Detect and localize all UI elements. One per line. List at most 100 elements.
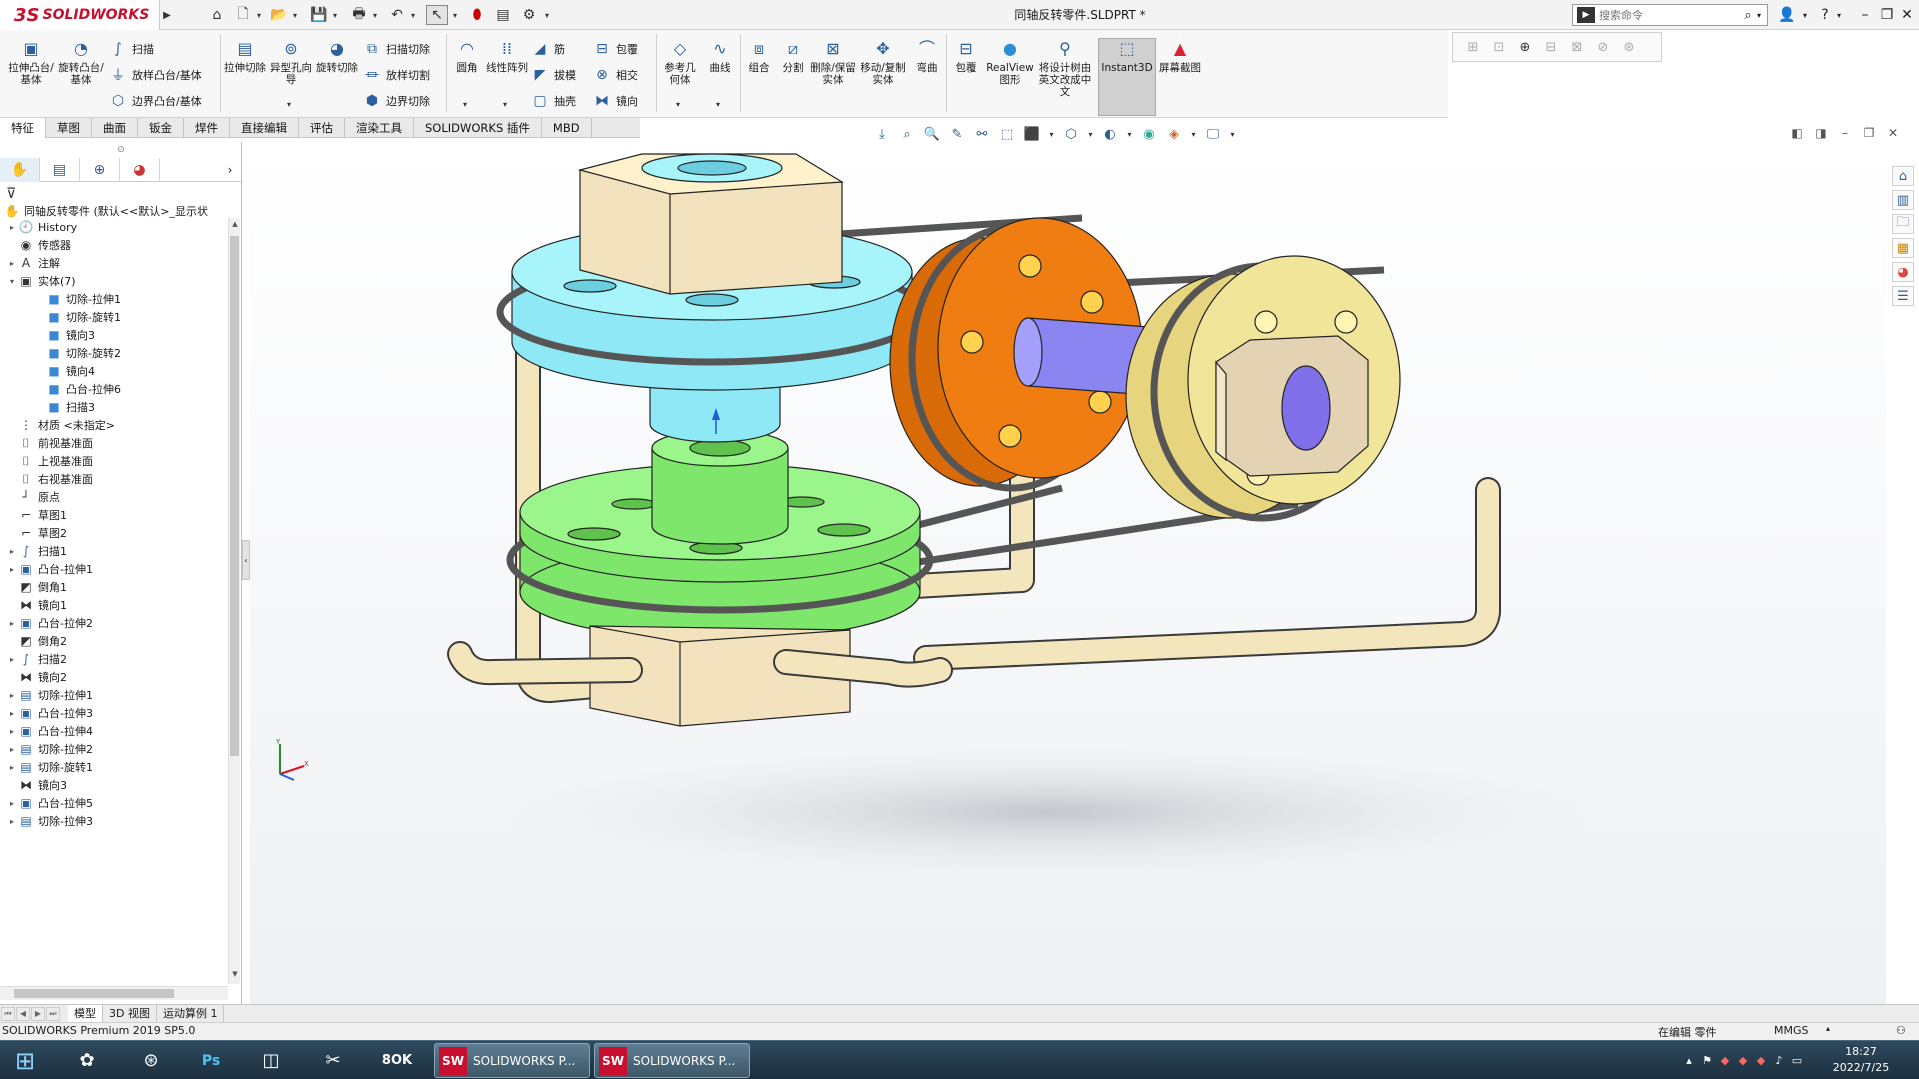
unit-system[interactable]: MMGS xyxy=(1774,1024,1809,1037)
tree-item[interactable]: ▸ ▤ 切除-拉伸2 xyxy=(0,740,228,758)
minimize-window-icon[interactable]: – xyxy=(1854,4,1876,26)
tree-item[interactable]: ◉ 传感器 xyxy=(0,236,228,254)
panel-grip[interactable]: ⊙ xyxy=(0,142,242,158)
intersect-button[interactable]: ⊗ 相交 xyxy=(592,64,638,86)
tool-d-icon[interactable]: ⊟ xyxy=(1541,37,1561,57)
expand-arrow-icon[interactable]: ▾ xyxy=(6,277,18,286)
tree-item[interactable]: ▸ ▣ 凸台-拉伸2 xyxy=(0,614,228,632)
tree-item[interactable]: ⧓ 镜向2 xyxy=(0,668,228,686)
sweep-button[interactable]: ∫ 扫描 xyxy=(108,38,154,60)
new-document-icon[interactable]: 🗋 xyxy=(232,5,254,25)
tray-network-icon[interactable]: ⚑ xyxy=(1698,1054,1716,1067)
tree-item[interactable]: ⌐ 草图2 xyxy=(0,524,228,542)
taskbar-app-flower-icon[interactable]: ✿ xyxy=(66,1044,108,1077)
expand-arrow-icon[interactable]: ▸ xyxy=(6,763,18,772)
view-settings-dropdown-arrow-icon[interactable]: ▾ xyxy=(1189,124,1198,144)
windows-start-icon[interactable]: ⊞ xyxy=(4,1042,46,1079)
zoom-to-fit-icon[interactable]: ⌕ xyxy=(897,124,917,144)
tree-item[interactable]: ▸ ∫ 扫描2 xyxy=(0,650,228,668)
save-dropdown-arrow-icon[interactable]: ▾ xyxy=(330,5,340,25)
top-hex-block[interactable] xyxy=(577,153,844,295)
expand-arrow-icon[interactable]: ▸ xyxy=(6,727,18,736)
tree-item[interactable]: ⌷ 上视基准面 xyxy=(0,452,228,470)
curves-dropdown-arrow-icon[interactable]: ▾ xyxy=(716,100,720,109)
tree-item[interactable]: ▸ ▤ 切除-拉伸1 xyxy=(0,686,228,704)
menu-expand-arrow-icon[interactable]: ▶ xyxy=(160,0,174,30)
tree-item[interactable]: ⋮ 材质 <未指定> xyxy=(0,416,228,434)
tool-a-icon[interactable]: ⊞ xyxy=(1463,37,1483,57)
tool-f-icon[interactable]: ⊘ xyxy=(1593,37,1613,57)
tree-item[interactable]: ■ 切除-拉伸1 xyxy=(0,290,228,308)
tree-item[interactable]: ▸ A 注解 xyxy=(0,254,228,272)
file-properties-icon[interactable]: ▤ xyxy=(492,5,514,25)
tree-item[interactable]: ◩ 倒角1 xyxy=(0,578,228,596)
hole-wizard-button[interactable]: ⊚ 异型孔向导 xyxy=(268,32,314,87)
tab-weldments[interactable]: 焊件 xyxy=(184,118,230,138)
tool-c-icon[interactable]: ⊕ xyxy=(1515,37,1535,57)
next-tab-arrow-icon[interactable]: ▶ xyxy=(31,1006,45,1021)
tree-item[interactable]: ▸ ▣ 凸台-拉伸1 xyxy=(0,560,228,578)
viewport-split-left-icon[interactable]: ◧ xyxy=(1788,124,1806,142)
tab-direct-editing[interactable]: 直接编辑 xyxy=(230,118,299,138)
prev-tab-arrow-icon[interactable]: ◀ xyxy=(16,1006,30,1021)
hide-show-items-icon[interactable]: ⬡ xyxy=(1061,124,1081,144)
close-window-icon[interactable]: ✕ xyxy=(1896,4,1918,26)
tray-sw-icon-1[interactable]: ◆ xyxy=(1716,1054,1734,1067)
previous-view-icon[interactable]: ⤓ xyxy=(872,124,892,144)
custom-properties-icon[interactable]: ☰ xyxy=(1892,286,1914,306)
tree-item[interactable]: ⌷ 右视基准面 xyxy=(0,470,228,488)
open-icon[interactable]: 📂 xyxy=(268,5,290,25)
tree-item[interactable]: ⧓ 镜向1 xyxy=(0,596,228,614)
taskbar-photoshop-icon[interactable]: Ps xyxy=(190,1044,232,1077)
fillet-dropdown-arrow-icon[interactable]: ▾ xyxy=(463,100,467,109)
draft-button[interactable]: ◤ 拔模 xyxy=(530,64,576,86)
combine-button[interactable]: ⧈ 组合 xyxy=(742,32,776,75)
tree-item[interactable]: ■ 镜向4 xyxy=(0,362,228,380)
view-palette-icon[interactable]: ▦ xyxy=(1892,238,1914,258)
model-3d-view[interactable] xyxy=(250,142,1886,1004)
tree-item[interactable]: ▸ ▣ 凸台-拉伸5 xyxy=(0,794,228,812)
tree-item[interactable]: ■ 镜向3 xyxy=(0,326,228,344)
tree-horizontal-scrollbar[interactable] xyxy=(0,986,228,1000)
tab-motion-study[interactable]: 运动算例 1 xyxy=(157,1004,225,1023)
property-manager-icon[interactable]: ▤ xyxy=(40,158,80,182)
pattern-dropdown-arrow-icon[interactable]: ▾ xyxy=(503,100,507,109)
tree-item[interactable]: ⌷ 前视基准面 xyxy=(0,434,228,452)
hide-show-dropdown-arrow-icon[interactable]: ▾ xyxy=(1086,124,1095,144)
reference-geometry-button[interactable]: ◇ 参考几何体 xyxy=(660,32,700,87)
display-monitor-icon[interactable]: 🖵 xyxy=(1203,124,1223,144)
taskbar-app-ok-icon[interactable]: 8OK xyxy=(376,1044,418,1077)
tray-display-icon[interactable]: ▭ xyxy=(1788,1054,1806,1067)
account-dropdown-arrow-icon[interactable]: ▾ xyxy=(1800,4,1810,26)
tree-item[interactable]: ▸ ▣ 凸台-拉伸4 xyxy=(0,722,228,740)
tree-vertical-scrollbar[interactable]: ▲ ▼ xyxy=(228,218,240,984)
shell-button[interactable]: ▢ 抽壳 xyxy=(530,90,576,112)
view-orientation-icon[interactable]: ⬚ xyxy=(997,124,1017,144)
translate-tree-button[interactable]: ⚲ 将设计树由英文改成中文 xyxy=(1036,32,1094,99)
options-gear-icon[interactable]: ⚙ xyxy=(518,5,540,25)
mirror-button[interactable]: ⧓ 镜向 xyxy=(592,90,638,112)
tree-item[interactable]: ■ 凸台-拉伸6 xyxy=(0,380,228,398)
expand-arrow-icon[interactable]: ▸ xyxy=(6,799,18,808)
viewport-restore-icon[interactable]: ❐ xyxy=(1860,124,1878,142)
display-manager-icon[interactable]: ◕ xyxy=(120,158,160,182)
tree-item[interactable]: ▾ ▣ 实体(7) xyxy=(0,272,228,290)
system-clock[interactable]: 18:27 2022/7/25 xyxy=(1820,1044,1902,1076)
tool-g-icon[interactable]: ⊛ xyxy=(1619,37,1639,57)
open-dropdown-arrow-icon[interactable]: ▾ xyxy=(290,5,300,25)
taskbar-camera-icon[interactable]: ◫ xyxy=(250,1044,292,1077)
expand-arrow-icon[interactable]: ▸ xyxy=(6,547,18,556)
tree-item[interactable]: ■ 切除-旋转1 xyxy=(0,308,228,326)
tab-evaluate[interactable]: 评估 xyxy=(299,118,345,138)
tree-item[interactable]: ▸ ▣ 凸台-拉伸3 xyxy=(0,704,228,722)
expand-arrow-icon[interactable]: ▸ xyxy=(6,745,18,754)
more-tabs-chevron-icon[interactable]: › xyxy=(218,158,242,181)
last-tab-arrow-icon[interactable]: ⏭ xyxy=(46,1006,60,1021)
tree-item[interactable]: ◩ 倒角2 xyxy=(0,632,228,650)
user-account-icon[interactable]: 👤 xyxy=(1776,4,1798,26)
lofted-cut-button[interactable]: ⏛ 放样切割 xyxy=(362,64,430,86)
undo-icon[interactable]: ↶ xyxy=(386,5,408,25)
tray-volume-icon[interactable]: ♪ xyxy=(1770,1054,1788,1067)
select-pointer-icon[interactable]: ↖ xyxy=(426,5,448,25)
taskbar-tool-icon[interactable]: ✂ xyxy=(312,1044,354,1077)
